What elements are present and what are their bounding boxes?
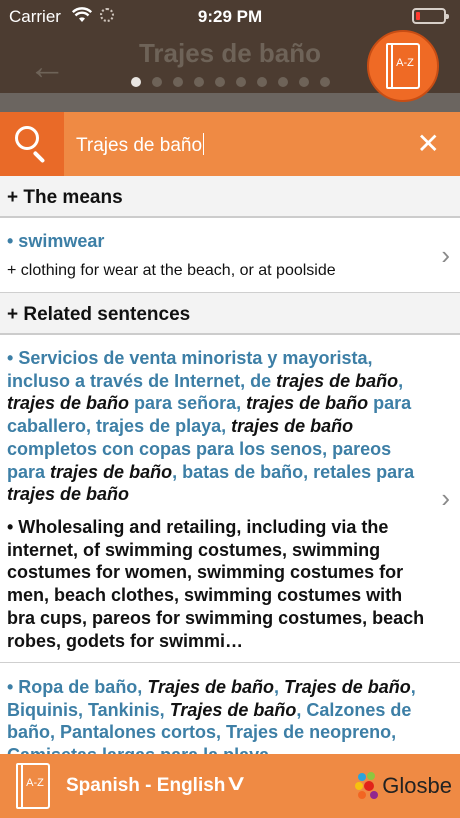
search-button[interactable] [0,112,64,176]
page-dot[interactable] [256,77,267,87]
sentence-highlight: trajes de baño [246,393,369,414]
search-bar: Trajes de baño ✕ [0,112,460,176]
sentence-text[interactable]: , [274,677,284,697]
sentence-highlight: Trajes de baño [169,699,297,720]
chevron-right-icon[interactable]: › [441,240,450,271]
page-dot[interactable] [151,77,162,87]
language-pair-selector[interactable]: Spanish - English [66,775,225,797]
means-section-header[interactable]: + The means [0,176,460,218]
dictionary-az-button[interactable]: A-Z [367,30,439,102]
sentence-text[interactable]: , [398,371,403,391]
sentence-highlight: trajes de baño [276,370,399,391]
page-dot[interactable] [193,77,204,87]
sentence-highlight: trajes de baño [7,393,130,414]
page-dot[interactable] [319,77,330,87]
search-query-text: Trajes de baño [76,135,203,156]
sentence-highlight: Trajes de baño [284,677,411,697]
status-time: 9:29 PM [197,7,263,26]
az-label: A-Z [396,57,414,69]
chevron-down-icon[interactable]: ∨ [224,770,248,796]
search-icon-handle [32,150,46,164]
sentence-translation: • Wholesaling and retailing, including v… [7,517,425,651]
search-input[interactable]: Trajes de baño [76,133,205,157]
glosbe-logo[interactable]: Glosbe [354,770,452,802]
sentence-source: • Servicios de venta minorista y mayoris… [7,347,429,506]
search-icon [15,126,39,150]
sentence-row[interactable]: • Ropa de baño, Trajes de baño, Trajes d… [0,663,460,754]
book-label: A-Z [26,777,44,789]
related-section-header[interactable]: + Related sentences [0,293,460,335]
meaning-row[interactable]: • swimwear + clothing for wear at the be… [0,220,460,293]
book-icon: A-Z [386,43,420,89]
page-dot[interactable] [277,77,288,87]
sentence-row[interactable]: • Servicios de venta minorista y mayoris… [0,337,460,662]
sentence-highlight: trajes de baño [231,416,354,437]
page-dot[interactable] [235,77,246,87]
battery-icon [412,8,449,24]
sentence-highlight: Trajes de baño [147,677,275,697]
sentence-source: • Ropa de baño, Trajes de baño, Trajes d… [7,676,429,754]
text-caret [203,133,205,155]
bottom-bar: A-Z Spanish - English ∨ Glosbe [0,754,460,818]
clear-icon[interactable]: ✕ [417,130,440,158]
meaning-definition: + clothing for wear at the beach, or at … [7,262,336,279]
chevron-right-icon[interactable]: › [441,483,450,514]
sentence-text[interactable]: • Ropa de baño, [7,677,147,697]
sentence-text[interactable]: , batas de baño, retales para [172,462,414,482]
meaning-term[interactable]: • swimwear [7,231,104,252]
glosbe-logo-icon [355,772,379,799]
sentence-highlight: trajes de baño [7,484,130,505]
status-bar: Carrier 9:29 PM [0,0,460,34]
sentence-highlight: trajes de baño [50,461,173,482]
glosbe-logo-text: Glosbe [382,773,452,798]
page-dot[interactable] [214,77,225,87]
bullet: • [7,348,19,368]
page-dot[interactable] [172,77,183,87]
sentence-text[interactable]: para señora, [129,393,246,413]
page-dot[interactable] [298,77,309,87]
page-dot[interactable] [130,77,141,87]
dictionary-book-icon[interactable]: A-Z [16,763,50,809]
